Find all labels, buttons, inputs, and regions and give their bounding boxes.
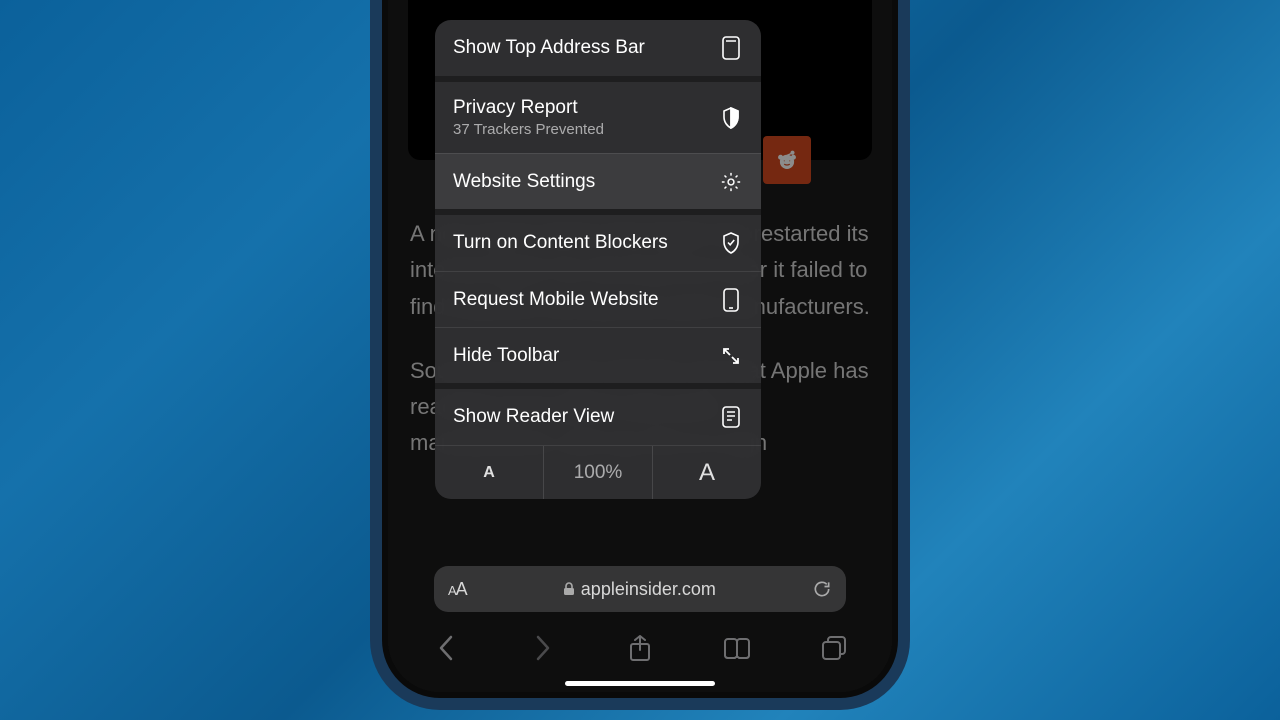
shield-icon <box>719 106 743 130</box>
menu-item-subtitle: 37 Trackers Prevented <box>453 121 719 138</box>
shield-check-icon <box>719 231 743 255</box>
font-percent-label[interactable]: 100% <box>543 446 652 499</box>
website-settings-item[interactable]: Website Settings <box>435 153 761 209</box>
phone-frame: A new report claims that Apple has resta… <box>370 0 910 710</box>
menu-item-label: Request Mobile Website <box>453 289 719 311</box>
address-bar[interactable]: AA appleinsider.com <box>434 566 846 612</box>
address-bar-top-icon <box>719 36 743 60</box>
privacy-report-item[interactable]: Privacy Report 37 Trackers Prevented <box>435 82 761 153</box>
phone-bezel: A new report claims that Apple has resta… <box>382 0 898 698</box>
menu-item-label: Website Settings <box>453 171 719 193</box>
back-button[interactable] <box>430 632 462 664</box>
forward-button[interactable] <box>527 632 559 664</box>
font-decrease-button[interactable]: A <box>435 446 543 499</box>
bookmarks-button[interactable] <box>721 632 753 664</box>
hide-toolbar-item[interactable]: Hide Toolbar <box>435 327 761 383</box>
reader-icon <box>719 405 743 429</box>
menu-item-label: Hide Toolbar <box>453 345 719 367</box>
request-mobile-website-item[interactable]: Request Mobile Website <box>435 271 761 327</box>
home-indicator[interactable] <box>565 681 715 686</box>
address-bar-center[interactable]: appleinsider.com <box>467 579 812 600</box>
expand-arrows-icon <box>719 344 743 368</box>
show-top-address-bar-item[interactable]: Show Top Address Bar <box>435 20 761 76</box>
show-reader-view-item[interactable]: Show Reader View <box>435 389 761 445</box>
gear-icon <box>719 170 743 194</box>
lock-icon <box>563 582 575 596</box>
address-bar-domain: appleinsider.com <box>581 579 716 600</box>
menu-item-label: Privacy Report <box>453 97 719 119</box>
menu-item-label: Show Top Address Bar <box>453 37 719 59</box>
text-size-icon[interactable]: AA <box>448 579 467 600</box>
phone-screen: A new report claims that Apple has resta… <box>388 0 892 692</box>
menu-item-label: Show Reader View <box>453 406 719 428</box>
page-settings-menu: Show Top Address Bar Privacy Report 37 T… <box>435 20 761 499</box>
phone-icon <box>719 288 743 312</box>
font-increase-button[interactable]: A <box>652 446 761 499</box>
share-button[interactable] <box>624 632 656 664</box>
tabs-button[interactable] <box>818 632 850 664</box>
menu-item-label: Turn on Content Blockers <box>453 232 719 254</box>
font-size-row: A 100% A <box>435 445 761 499</box>
browser-toolbar <box>408 626 872 670</box>
reload-icon[interactable] <box>812 579 832 599</box>
content-blockers-item[interactable]: Turn on Content Blockers <box>435 215 761 271</box>
